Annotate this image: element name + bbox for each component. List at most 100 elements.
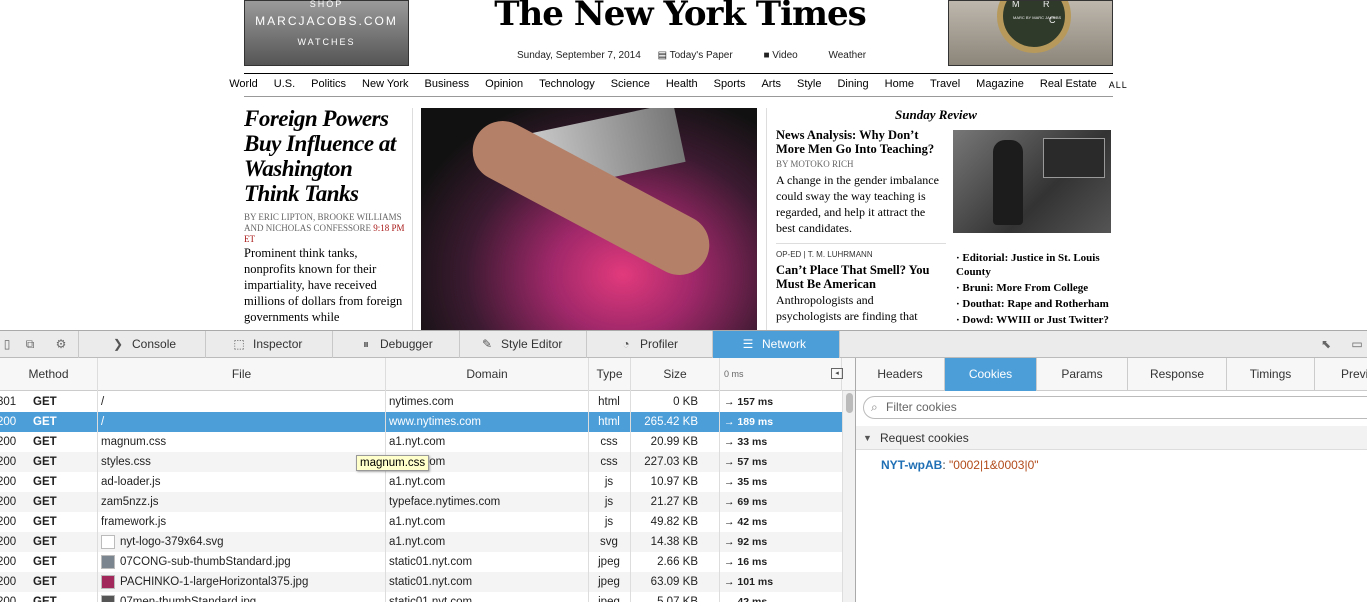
request-file: / <box>101 416 105 428</box>
oped-headline[interactable]: Can’t Place That Smell? You Must Be Amer… <box>776 263 946 291</box>
gear-icon[interactable]: ⚙ <box>54 337 68 351</box>
request-method: GET <box>33 476 57 488</box>
request-row[interactable]: 200 GET framework.js a1.nyt.com js 49.82 KB → … <box>0 512 842 532</box>
tab-inspector[interactable]: ⬚ Inspector <box>206 331 333 358</box>
dock-icon[interactable]: ▯ <box>0 337 14 351</box>
col-file[interactable]: File <box>98 358 386 391</box>
col-divider <box>97 391 98 602</box>
weather-link[interactable]: Weather <box>828 50 866 61</box>
tab-params[interactable]: Params <box>1037 358 1128 391</box>
tab-debugger[interactable]: ⏸ Debugger <box>333 331 460 358</box>
request-row[interactable]: 200 GET magnum.css a1.nyt.com css 20.99 KB → 3… <box>0 432 842 452</box>
col-method[interactable]: Method <box>0 358 98 391</box>
nav-business[interactable]: Business <box>425 78 470 96</box>
request-row[interactable]: 301 GET / nytimes.com html 0 KB → 157 ms <box>0 392 842 412</box>
tab-network[interactable]: ☰ Network <box>713 331 840 358</box>
col-domain[interactable]: Domain <box>386 358 589 391</box>
request-size: 227.03 KB <box>644 456 698 468</box>
nav-politics[interactable]: Politics <box>311 78 346 96</box>
nav-dining[interactable]: Dining <box>837 78 868 96</box>
debugger-icon: ⏸ <box>362 337 369 351</box>
nav-technology[interactable]: Technology <box>539 78 595 96</box>
request-row[interactable]: 200 GET nyt-logo-379x64.svg a1.nyt.com svg 14… <box>0 532 842 552</box>
nav-world[interactable]: World <box>229 78 258 96</box>
lead-byline: By ERIC LIPTON, BROOKE WILLIAMS and NICH… <box>244 212 409 245</box>
todays-paper-link[interactable]: ▤ Today's Paper <box>658 50 747 61</box>
request-file: 07men-thumbStandard.jpg <box>101 592 383 602</box>
responsive-mode-icon[interactable]: ▭ <box>1350 337 1364 351</box>
filter-cookies-input[interactable]: ⌕ Filter cookies <box>863 396 1367 419</box>
request-domain: typeface.nytimes.com <box>389 496 501 508</box>
pick-element-icon[interactable]: ⬉ <box>1319 337 1333 351</box>
request-row[interactable]: 200 GET ad-loader.js a1.nyt.com js 10.97 KB → … <box>0 472 842 492</box>
col-size[interactable]: Size <box>631 358 720 391</box>
request-file: 07CONG-sub-thumbStandard.jpg <box>101 552 383 572</box>
request-type: css <box>600 456 618 468</box>
request-file: framework.js <box>101 516 167 528</box>
watch-letter-a: A <box>1028 1 1034 3</box>
lead-headline[interactable]: Foreign Powers Buy Influence at Washingt… <box>244 106 409 206</box>
col-type[interactable]: Type <box>589 358 631 391</box>
nav-us[interactable]: U.S. <box>274 78 295 96</box>
oped-summary: Anthropologists and psychologists are fi… <box>776 293 918 323</box>
nav-home[interactable]: Home <box>885 78 914 96</box>
request-row[interactable]: 200 GET / www.nytimes.com html 265.42 KB → 189… <box>0 412 842 432</box>
request-row[interactable]: 200 GET 07CONG-sub-thumbStandard.jpg static… <box>0 552 842 572</box>
sr-list-item[interactable]: · Douthat: Rape and Rotherham <box>956 297 1116 311</box>
date-text: Sunday, September 7, 2014 <box>517 50 641 61</box>
request-row[interactable]: 200 GET 07men-thumbStandard.jpg static01.ny… <box>0 592 842 602</box>
tab-profiler[interactable]: ◔ Profiler <box>587 331 713 358</box>
tab-timings[interactable]: Timings <box>1227 358 1315 391</box>
toggle-sidebar-icon[interactable]: ◂ <box>831 368 843 379</box>
watch-letter-r: R <box>1043 0 1050 9</box>
thumbnail-icon <box>101 534 115 549</box>
nav-new-york[interactable]: New York <box>362 78 408 96</box>
request-time: → 16 ms <box>724 556 768 568</box>
sr-list-item[interactable]: · Dowd: WWIII or Just Twitter? <box>956 313 1116 327</box>
tab-response[interactable]: Response <box>1128 358 1227 391</box>
nav-sports[interactable]: Sports <box>714 78 746 96</box>
nav-health[interactable]: Health <box>666 78 698 96</box>
tab-style-editor[interactable]: ✎ Style Editor <box>460 331 587 358</box>
nav-all[interactable]: ALL <box>1109 80 1128 96</box>
request-row[interactable]: 200 GET zam5nzz.js typeface.nytimes.com js 21… <box>0 492 842 512</box>
request-row[interactable]: 200 GET PACHINKO-1-largeHorizontal375.jpg s… <box>0 572 842 592</box>
request-cookies-section[interactable]: ▼ Request cookies <box>856 426 1367 450</box>
classroom-photo[interactable] <box>953 130 1111 233</box>
request-size: 63.09 KB <box>650 576 698 588</box>
video-link[interactable]: ■ Video <box>763 50 811 61</box>
tab-cookies[interactable]: Cookies <box>945 358 1037 391</box>
pachinko-photo[interactable] <box>421 108 757 330</box>
cookie-entry[interactable]: NYT-wpAB: "0002|1&0003|0" <box>881 458 1039 472</box>
nyt-logo[interactable]: The New York Times <box>380 0 980 34</box>
nav-real-estate[interactable]: Real Estate <box>1040 78 1097 96</box>
sr-list-item[interactable]: · Editorial: Justice in St. Louis County <box>956 251 1116 279</box>
col-timeline[interactable]: 0 ms <box>720 358 842 391</box>
split-console-icon[interactable]: ⧉ <box>23 337 37 351</box>
request-size: 14.38 KB <box>650 536 698 548</box>
request-time: → 157 ms <box>724 396 774 408</box>
nav-magazine[interactable]: Magazine <box>976 78 1024 96</box>
request-time: → 101 ms <box>724 576 774 588</box>
sr-list-item[interactable]: · Bruni: More From College <box>956 281 1116 295</box>
request-domain: a1.nyt.com <box>389 516 446 528</box>
scrollbar-thumb[interactable] <box>846 393 853 413</box>
sr-divider <box>776 243 946 244</box>
thumbnail-icon <box>101 594 115 602</box>
request-method: GET <box>33 416 57 428</box>
nav-opinion[interactable]: Opinion <box>485 78 523 96</box>
request-type: html <box>598 396 620 408</box>
tab-headers[interactable]: Headers <box>856 358 945 391</box>
sunday-review-title[interactable]: Sunday Review <box>895 107 977 123</box>
request-list-scrollbar[interactable] <box>842 391 855 602</box>
nav-travel[interactable]: Travel <box>930 78 960 96</box>
tab-console[interactable]: ❯ Console <box>78 331 206 358</box>
request-size: 5.07 KB <box>657 596 698 602</box>
nav-style[interactable]: Style <box>797 78 821 96</box>
status-code: 200 <box>0 576 17 588</box>
nav-science[interactable]: Science <box>611 78 650 96</box>
status-code: 301 <box>0 396 17 408</box>
nav-arts[interactable]: Arts <box>761 78 781 96</box>
sr-headline[interactable]: News Analysis: Why Don’t More Men Go Int… <box>776 128 946 156</box>
tab-preview[interactable]: Preview <box>1315 358 1367 391</box>
